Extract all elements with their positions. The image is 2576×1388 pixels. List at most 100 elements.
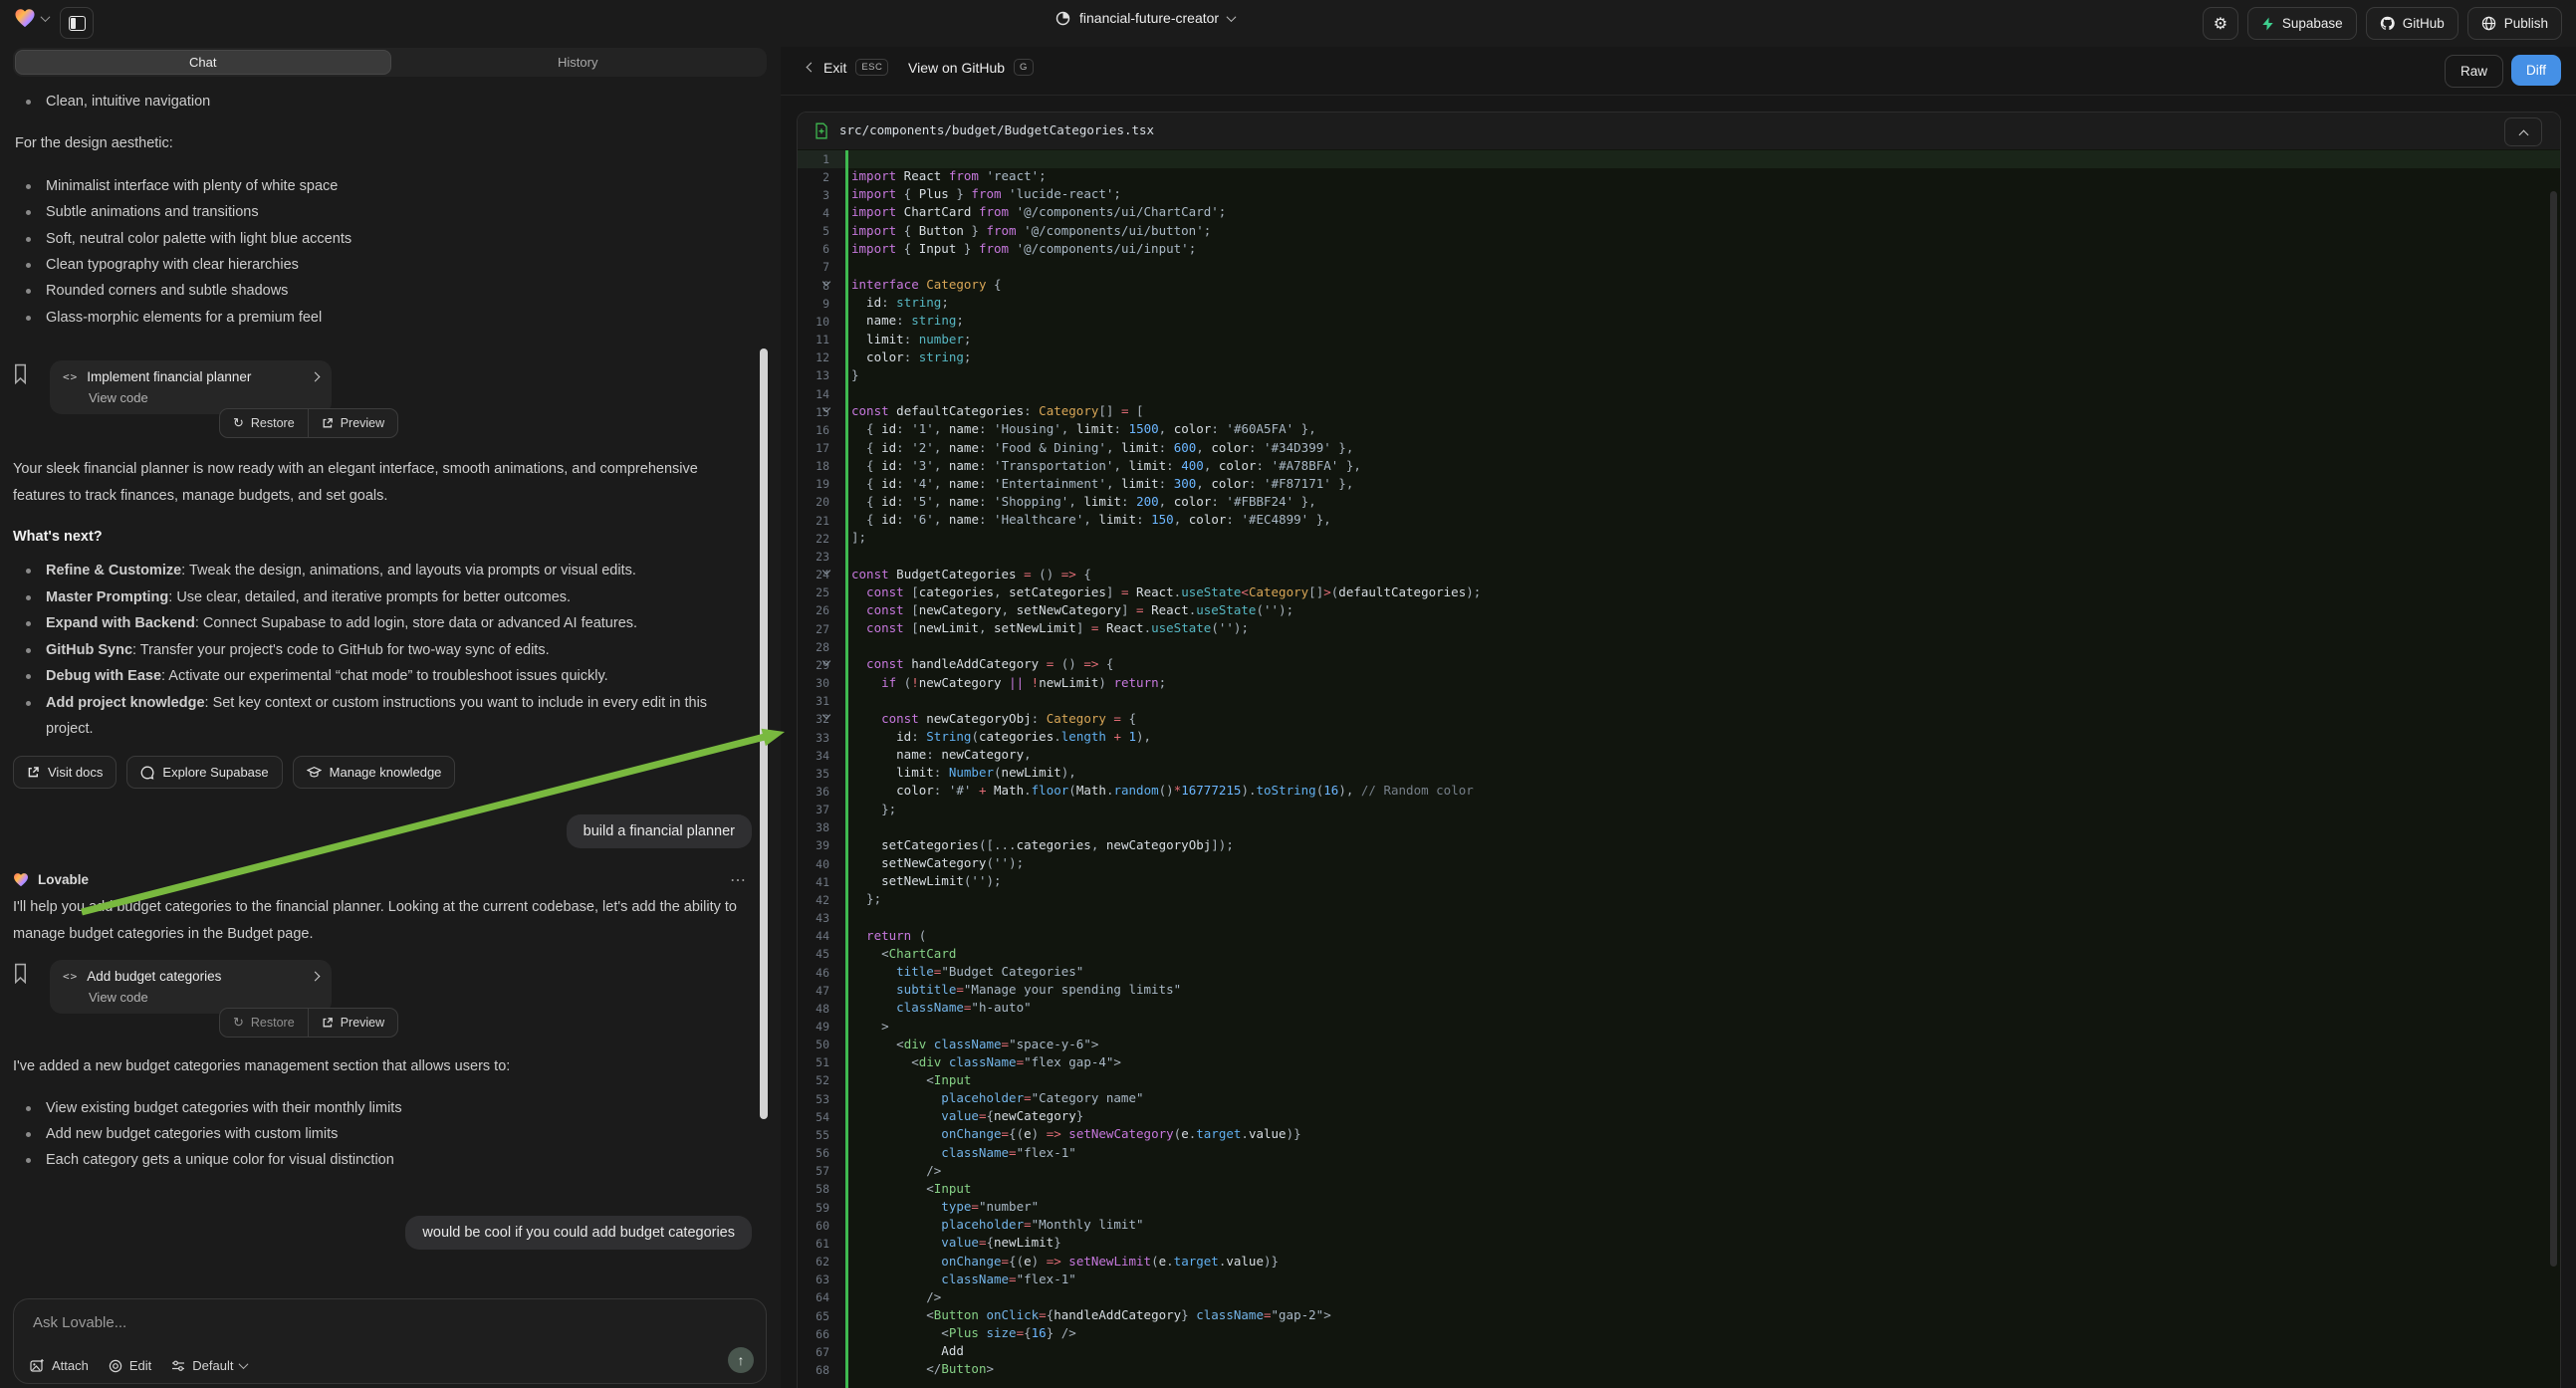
version-title: Implement financial planner bbox=[87, 369, 251, 384]
added-text: I've added a new budget categories manag… bbox=[13, 1053, 754, 1079]
toggle-sidebar-button[interactable] bbox=[60, 7, 94, 39]
list-item: Glass-morphic elements for a premium fee… bbox=[13, 305, 754, 331]
preview-label: Preview bbox=[341, 1016, 384, 1030]
code-line bbox=[848, 150, 2560, 168]
settings-button[interactable]: ⚙ bbox=[2203, 7, 2238, 40]
code-line: ]; bbox=[848, 530, 2560, 548]
supabase-button[interactable]: Supabase bbox=[2247, 7, 2357, 40]
view-on-github-button[interactable]: View on GitHub G bbox=[908, 59, 1034, 76]
attach-button[interactable]: Attach bbox=[30, 1358, 89, 1373]
graduation-cap-icon bbox=[307, 766, 322, 779]
send-button[interactable]: ↑ bbox=[728, 1347, 754, 1373]
exit-button[interactable]: Exit ESC bbox=[808, 59, 888, 76]
attach-label: Attach bbox=[52, 1358, 89, 1373]
code-line: <Input bbox=[848, 1181, 2560, 1199]
view-code-link[interactable]: View code bbox=[63, 990, 319, 1005]
project-icon bbox=[1055, 11, 1070, 26]
chat-input-placeholder: Ask Lovable... bbox=[33, 1314, 126, 1331]
design-bullet-list: Minimalist interface with plenty of whit… bbox=[13, 173, 754, 331]
code-line: limit: number; bbox=[848, 332, 2560, 349]
code-line: type="number" bbox=[848, 1199, 2560, 1217]
code-line: className="flex-1" bbox=[848, 1145, 2560, 1163]
restore-preview-group: ↻ Restore Preview bbox=[219, 408, 398, 438]
ready-text: Your sleek financial planner is now read… bbox=[13, 456, 730, 509]
version-card-add-categories[interactable]: <> Add budget categories View code bbox=[50, 960, 332, 1014]
code-line: import ChartCard from '@/components/ui/C… bbox=[848, 204, 2560, 222]
g-kbd-badge: G bbox=[1014, 59, 1034, 76]
code-line bbox=[848, 910, 2560, 928]
code-line: setCategories([...categories, newCategor… bbox=[848, 837, 2560, 855]
project-switcher[interactable]: financial-future-creator bbox=[1055, 10, 1235, 26]
chat-bubble-icon bbox=[140, 766, 154, 780]
code-line: limit: Number(newLimit), bbox=[848, 765, 2560, 783]
message-menu-icon[interactable]: ⋯ bbox=[730, 870, 748, 890]
code-line: return ( bbox=[848, 928, 2560, 946]
bot-name: Lovable bbox=[38, 872, 89, 887]
raw-toggle-button[interactable]: Raw bbox=[2445, 55, 2503, 88]
code-line: const [categories, setCategories] = Reac… bbox=[848, 584, 2560, 602]
code-line bbox=[848, 819, 2560, 837]
code-line: { id: '4', name: 'Entertainment', limit:… bbox=[848, 476, 2560, 494]
whats-next-heading: What's next? bbox=[13, 529, 103, 545]
explore-supabase-button[interactable]: Explore Supabase bbox=[126, 756, 282, 789]
supabase-label: Supabase bbox=[2282, 16, 2343, 31]
view-code-link[interactable]: View code bbox=[63, 390, 319, 405]
lovable-logo-menu[interactable] bbox=[14, 8, 49, 28]
user-message: would be cool if you could add budget ca… bbox=[405, 1216, 752, 1250]
code-line: <ChartCard bbox=[848, 946, 2560, 964]
chat-panel: Chat History Clean, intuitive navigation… bbox=[0, 47, 780, 1388]
code-line: }; bbox=[848, 891, 2560, 909]
code-line: const BudgetCategories = () => { bbox=[848, 567, 2560, 584]
github-label: GitHub bbox=[2403, 16, 2445, 31]
globe-icon bbox=[2481, 16, 2496, 31]
code-line: className="h-auto" bbox=[848, 1000, 2560, 1018]
code-editor[interactable]: 1234567891011121314151617181920212223242… bbox=[798, 149, 2560, 1388]
code-line: const newCategoryObj: Category = { bbox=[848, 711, 2560, 729]
edit-button[interactable]: Edit bbox=[109, 1358, 151, 1373]
bullet-list-partial: Clean, intuitive navigation bbox=[13, 89, 754, 115]
lovable-heart-icon bbox=[13, 872, 29, 887]
code-line: name: newCategory, bbox=[848, 747, 2560, 765]
chat-messages[interactable]: Clean, intuitive navigation For the desi… bbox=[13, 85, 754, 1331]
code-icon: <> bbox=[63, 970, 78, 983]
collapse-file-button[interactable] bbox=[2504, 117, 2542, 146]
code-line: color: '#' + Math.floor(Math.random()*16… bbox=[848, 783, 2560, 801]
code-line: } bbox=[848, 367, 2560, 385]
next-steps-list: Refine & Customize: Tweak the design, an… bbox=[13, 558, 734, 742]
restore-button[interactable]: ↻ Restore bbox=[220, 409, 308, 437]
list-item: GitHub Sync: Transfer your project's cod… bbox=[13, 637, 734, 663]
project-name: financial-future-creator bbox=[1079, 10, 1219, 26]
list-item: Master Prompting: Use clear, detailed, a… bbox=[13, 584, 734, 610]
bookmark-icon[interactable] bbox=[13, 363, 28, 384]
diff-toggle-button[interactable]: Diff bbox=[2511, 55, 2561, 86]
chat-scrollbar[interactable] bbox=[760, 348, 768, 1119]
version-card-implement-planner[interactable]: <> Implement financial planner View code bbox=[50, 360, 332, 414]
list-item: Minimalist interface with plenty of whit… bbox=[13, 173, 754, 199]
preview-button[interactable]: Preview bbox=[308, 1009, 397, 1037]
code-line: onChange={(e) => setNewCategory(e.target… bbox=[848, 1126, 2560, 1144]
code-line: id: string; bbox=[848, 295, 2560, 313]
visit-docs-button[interactable]: Visit docs bbox=[13, 756, 117, 789]
mode-selector[interactable]: Default bbox=[171, 1358, 247, 1373]
restore-icon: ↻ bbox=[233, 1015, 244, 1031]
file-path-bar[interactable]: src/components/budget/BudgetCategories.t… bbox=[798, 113, 2560, 150]
preview-button[interactable]: Preview bbox=[308, 409, 397, 437]
tab-history[interactable]: History bbox=[391, 50, 766, 75]
tab-chat[interactable]: Chat bbox=[15, 50, 391, 75]
publish-button[interactable]: Publish bbox=[2467, 7, 2562, 40]
restore-button[interactable]: ↻ Restore bbox=[220, 1009, 308, 1037]
code-line: setNewCategory(''); bbox=[848, 855, 2560, 873]
manage-knowledge-button[interactable]: Manage knowledge bbox=[293, 756, 456, 789]
gear-icon: ⚙ bbox=[2214, 14, 2227, 34]
github-button[interactable]: GitHub bbox=[2366, 7, 2459, 40]
code-scrollbar[interactable] bbox=[2550, 191, 2557, 1267]
design-intro-text: For the design aesthetic: bbox=[13, 130, 754, 156]
list-item: View existing budget categories with the… bbox=[13, 1095, 754, 1121]
list-item: Clean, intuitive navigation bbox=[13, 89, 754, 115]
external-link-icon bbox=[27, 766, 40, 779]
code-line bbox=[848, 259, 2560, 277]
chat-input-box[interactable]: Ask Lovable... Attach Ed bbox=[13, 1298, 767, 1384]
sliders-icon bbox=[171, 1359, 185, 1372]
code-line: const handleAddCategory = () => { bbox=[848, 656, 2560, 674]
bookmark-icon[interactable] bbox=[13, 963, 28, 984]
